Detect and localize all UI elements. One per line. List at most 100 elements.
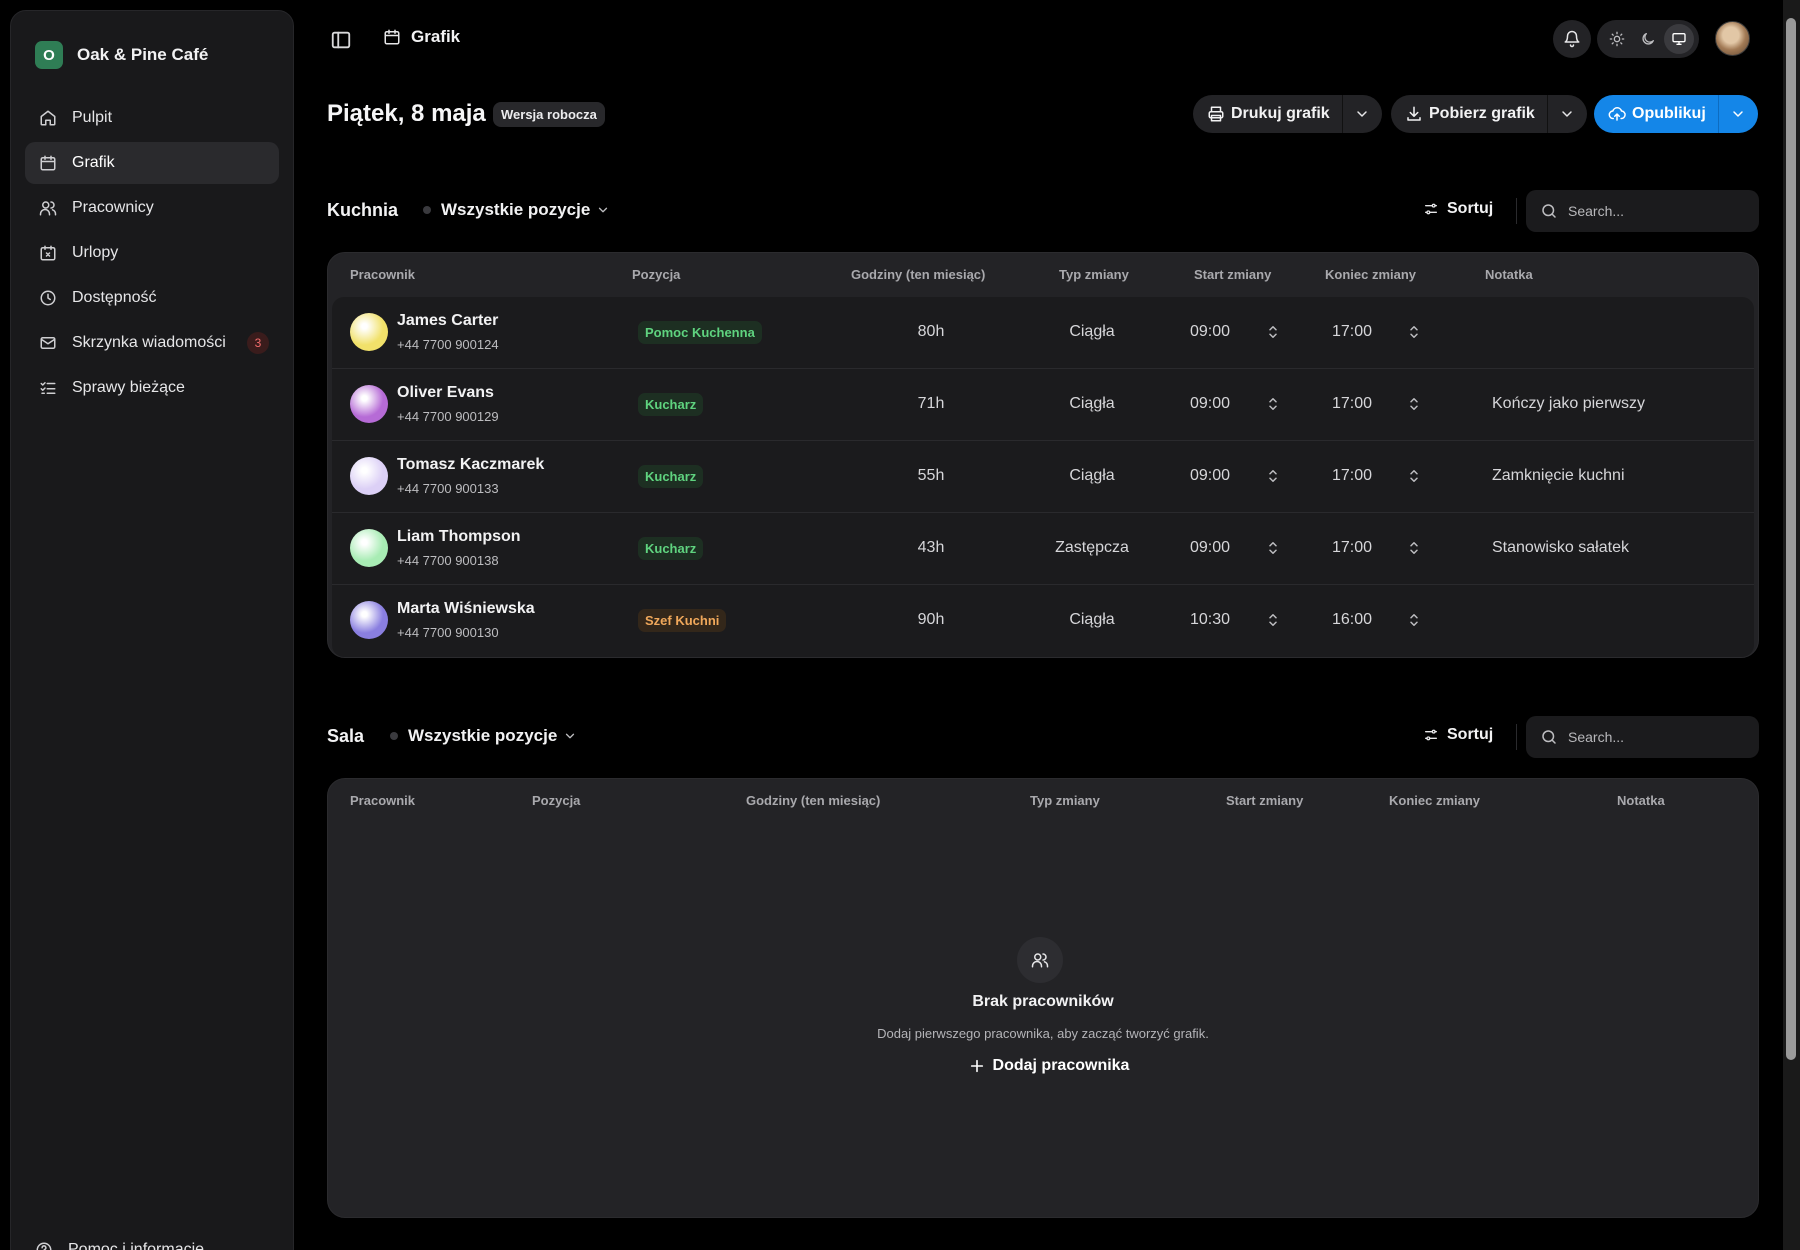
sidebar-toggle-icon[interactable] — [330, 29, 352, 51]
chevrons-up-down-icon[interactable] — [1405, 467, 1423, 485]
employee-name[interactable]: James Carter — [397, 312, 498, 330]
scrollbar-thumb[interactable] — [1786, 18, 1796, 1060]
sidebar-item-sprawy[interactable]: Sprawy bieżące — [25, 367, 279, 409]
column-header[interactable]: Typ zmiany — [1030, 793, 1100, 808]
column-header[interactable]: Typ zmiany — [1059, 267, 1129, 282]
column-header[interactable]: Godziny (ten miesiąc) — [746, 793, 880, 808]
shift-type-cell[interactable]: Ciągła — [1022, 395, 1162, 413]
publish-options-button[interactable] — [1717, 95, 1758, 133]
table-row[interactable]: Tomasz Kaczmarek +44 7700 900133 Kucharz 55… — [332, 441, 1754, 513]
shift-type-cell[interactable]: Ciągła — [1022, 323, 1162, 341]
position-filter[interactable]: Wszystkie pozycje — [423, 200, 610, 220]
sort-label: Sortuj — [1447, 200, 1494, 217]
chevrons-up-down-icon[interactable] — [1405, 611, 1423, 629]
chevrons-up-down-icon[interactable] — [1264, 323, 1282, 341]
sidebar-help-link[interactable]: Pomoc i informacje — [35, 1241, 204, 1250]
shift-end-value[interactable]: 16:00 — [1332, 611, 1372, 629]
sidebar-item-label: Skrzynka wiadomości — [72, 334, 226, 351]
column-header[interactable]: Notatka — [1617, 793, 1665, 808]
employee-name[interactable]: Tomasz Kaczmarek — [397, 456, 544, 474]
column-header[interactable]: Pracownik — [350, 793, 415, 808]
sidebar-item-pracownicy[interactable]: Pracownicy — [25, 187, 279, 229]
print-label: Drukuj grafik — [1231, 105, 1330, 122]
employee-phone: +44 7700 900130 — [397, 625, 499, 640]
table-row[interactable]: James Carter +44 7700 900124 Pomoc Kuchenn… — [332, 297, 1754, 369]
employee-name[interactable]: Oliver Evans — [397, 384, 494, 402]
theme-dark-button[interactable] — [1633, 24, 1663, 54]
shift-start-value[interactable]: 09:00 — [1190, 539, 1230, 557]
column-header[interactable]: Koniec zmiany — [1325, 267, 1416, 282]
sort-button[interactable]: Sortuj — [1423, 726, 1493, 744]
note-cell[interactable]: Zamknięcie kuchni — [1492, 467, 1625, 485]
notifications-button[interactable] — [1553, 20, 1591, 58]
column-header[interactable]: Notatka — [1485, 267, 1533, 282]
sidebar-item-skrzynka[interactable]: Skrzynka wiadomości 3 — [25, 322, 279, 364]
column-header[interactable]: Godziny (ten miesiąc) — [851, 267, 985, 282]
moon-icon — [1640, 31, 1656, 47]
employee-phone: +44 7700 900129 — [397, 409, 499, 424]
position-filter[interactable]: Wszystkie pozycje — [390, 726, 577, 746]
sidebar-item-pulpit[interactable]: Pulpit — [25, 97, 279, 139]
column-header[interactable]: Pozycja — [532, 793, 580, 808]
theme-light-button[interactable] — [1602, 24, 1632, 54]
kitchen-table: Pracownik Pozycja Godziny (ten miesiąc) … — [327, 252, 1759, 658]
note-cell[interactable]: Kończy jako pierwszy — [1492, 395, 1645, 413]
shift-start-value[interactable]: 10:30 — [1190, 611, 1230, 629]
brand[interactable]: O Oak & Pine Café — [35, 41, 208, 69]
shift-start-value[interactable]: 09:00 — [1190, 467, 1230, 485]
chevrons-up-down-icon[interactable] — [1264, 539, 1282, 557]
table-row[interactable]: Liam Thompson +44 7700 900138 Kucharz 43h Za… — [332, 513, 1754, 585]
column-header[interactable]: Pozycja — [632, 267, 680, 282]
chevrons-up-down-icon[interactable] — [1405, 323, 1423, 341]
sort-button[interactable]: Sortuj — [1423, 200, 1493, 218]
employee-name[interactable]: Marta Wiśniewska — [397, 600, 535, 618]
shift-start-value[interactable]: 09:00 — [1190, 323, 1230, 341]
chevrons-up-down-icon[interactable] — [1264, 467, 1282, 485]
print-schedule-button[interactable]: Drukuj grafik — [1193, 95, 1342, 133]
brand-logo: O — [35, 41, 63, 69]
user-avatar[interactable] — [1715, 21, 1750, 56]
sidebar-item-dostepnosc[interactable]: Dostępność — [25, 277, 279, 319]
avatar — [350, 601, 388, 639]
theme-system-button[interactable] — [1664, 24, 1695, 54]
shift-end-value[interactable]: 17:00 — [1332, 323, 1372, 341]
column-header[interactable]: Start zmiany — [1226, 793, 1303, 808]
page-title: Piątek, 8 maja — [327, 100, 486, 127]
chevrons-up-down-icon[interactable] — [1264, 395, 1282, 413]
sidebar-item-grafik[interactable]: Grafik — [25, 142, 279, 184]
theme-switcher — [1597, 20, 1699, 58]
chevrons-up-down-icon[interactable] — [1405, 395, 1423, 413]
shift-type-cell[interactable]: Ciągła — [1022, 467, 1162, 485]
toolbar-divider — [1516, 724, 1517, 750]
breadcrumb: Grafik — [383, 27, 460, 47]
shift-start-value[interactable]: 09:00 — [1190, 395, 1230, 413]
shift-end-value[interactable]: 17:00 — [1332, 539, 1372, 557]
chevrons-up-down-icon[interactable] — [1405, 539, 1423, 557]
hours-cell: 55h — [917, 467, 945, 484]
table-row[interactable]: Marta Wiśniewska +44 7700 900130 Szef Kuch… — [332, 585, 1754, 657]
add-employee-button[interactable]: Dodaj pracownika — [954, 1047, 1144, 1085]
sidebar-item-urlopy[interactable]: Urlopy — [25, 232, 279, 274]
filter-label: Wszystkie pozycje — [408, 726, 558, 745]
search-input[interactable] — [1568, 203, 1748, 219]
download-split-button: Pobierz grafik — [1391, 95, 1587, 133]
shift-type-cell[interactable]: Ciągła — [1022, 611, 1162, 629]
table-row[interactable]: Oliver Evans +44 7700 900129 Kucharz 71h Cią… — [332, 369, 1754, 441]
column-header[interactable]: Koniec zmiany — [1389, 793, 1480, 808]
search-input[interactable] — [1568, 729, 1748, 745]
shift-end-value[interactable]: 17:00 — [1332, 395, 1372, 413]
shift-end-value[interactable]: 17:00 — [1332, 467, 1372, 485]
publish-button[interactable]: Opublikuj — [1594, 95, 1718, 133]
chevrons-up-down-icon[interactable] — [1264, 611, 1282, 629]
print-options-button[interactable] — [1341, 95, 1382, 133]
calendar-x-icon — [39, 244, 57, 262]
chevron-down-icon — [563, 729, 577, 743]
download-schedule-button[interactable]: Pobierz grafik — [1391, 95, 1547, 133]
download-options-button[interactable] — [1546, 95, 1587, 133]
column-header[interactable]: Start zmiany — [1194, 267, 1271, 282]
shift-type-cell[interactable]: Zastępcza — [1022, 539, 1162, 557]
column-header[interactable]: Pracownik — [350, 267, 415, 282]
employee-name[interactable]: Liam Thompson — [397, 528, 521, 546]
download-icon — [1405, 105, 1423, 123]
note-cell[interactable]: Stanowisko sałatek — [1492, 539, 1629, 557]
